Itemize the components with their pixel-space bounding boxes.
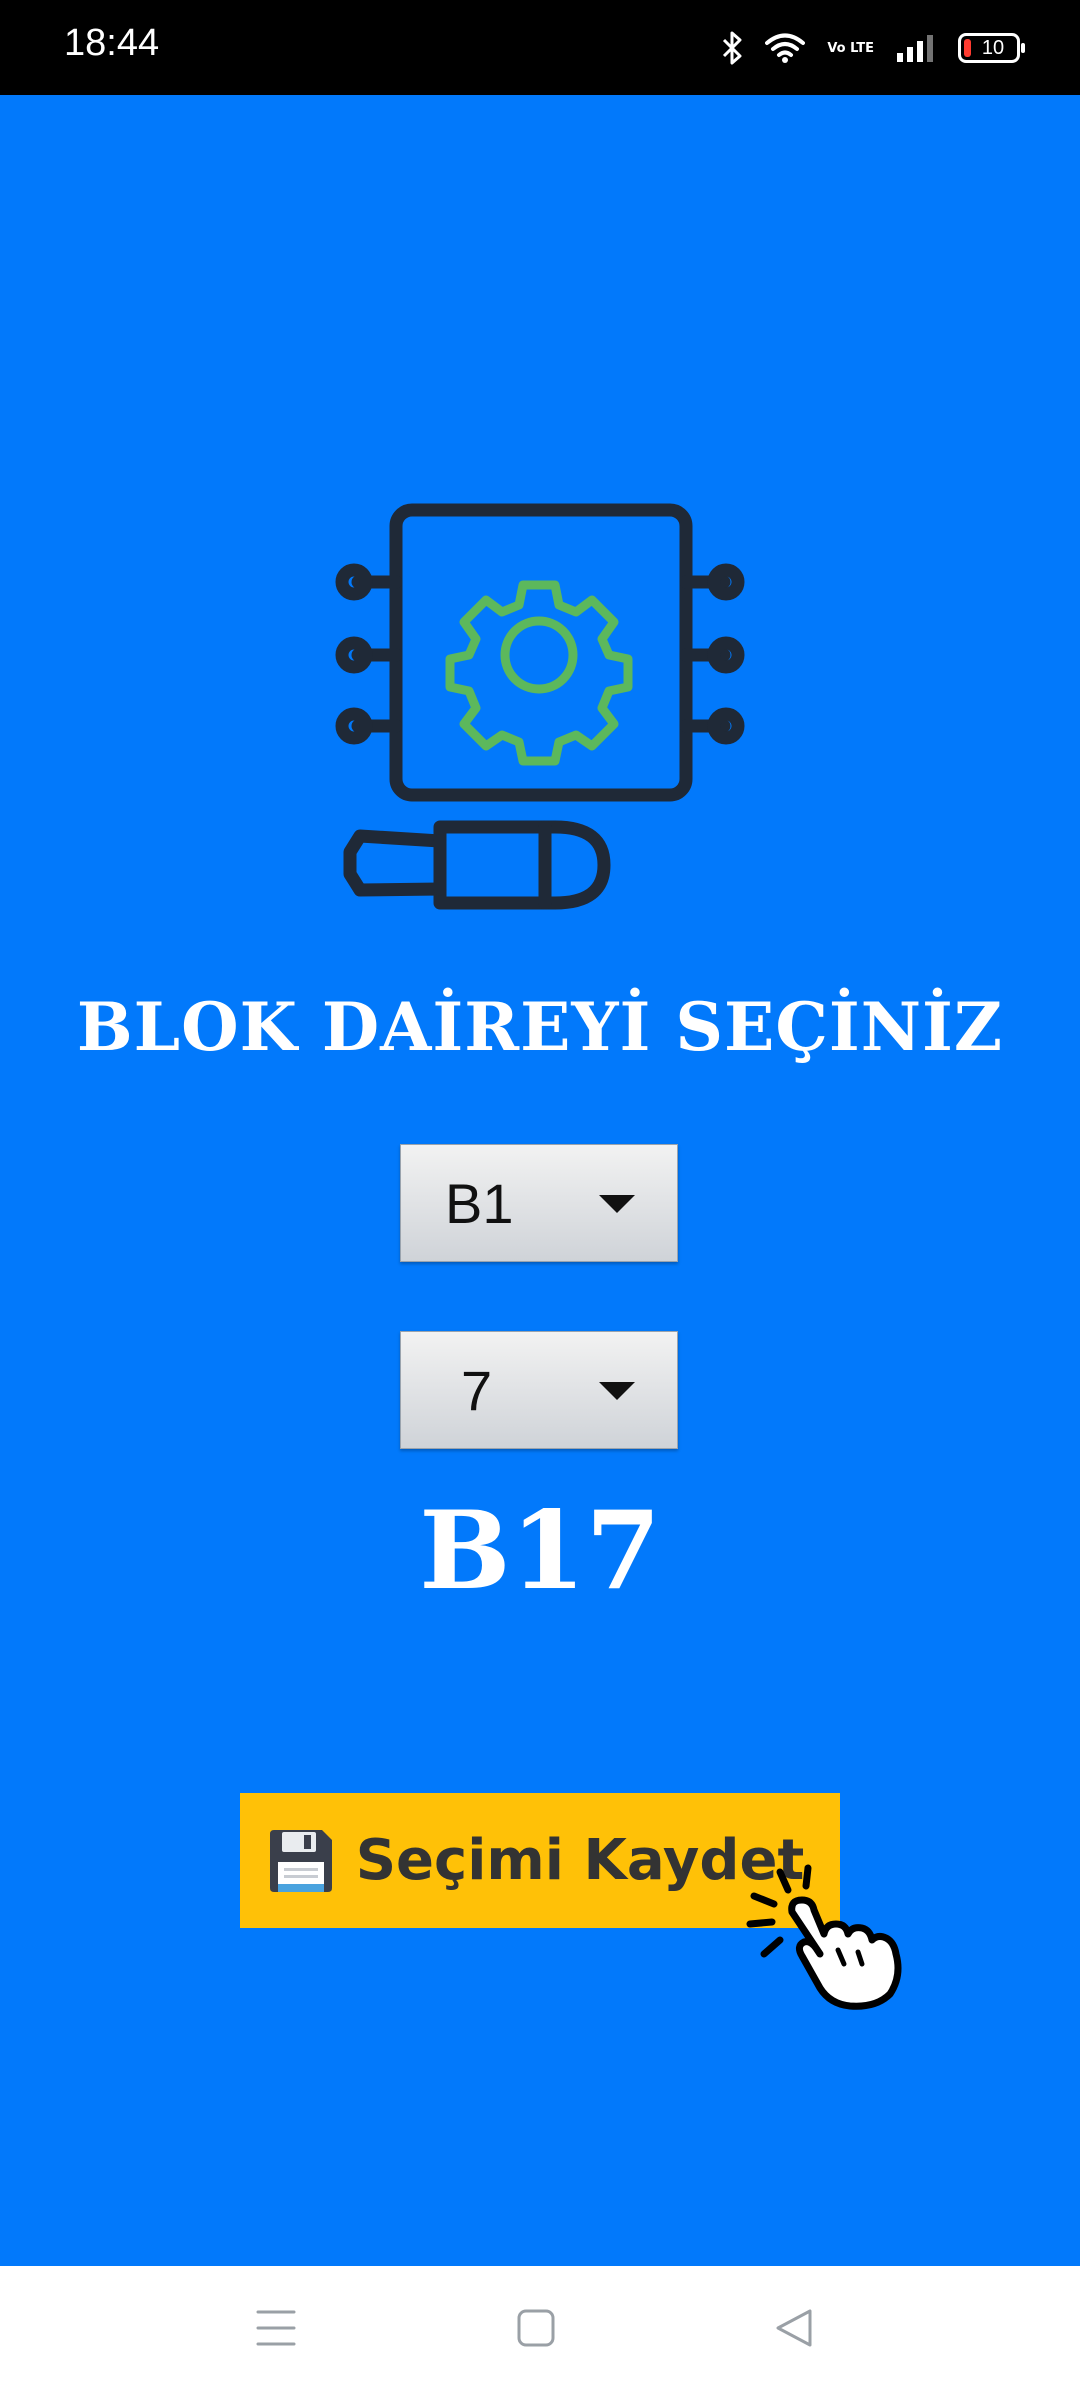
bluetooth-icon <box>721 30 743 66</box>
chip-gear-screwdriver-icon <box>335 503 745 910</box>
battery-level: 10 <box>981 36 1005 59</box>
signal-icon <box>896 33 936 63</box>
tap-hand-icon <box>746 1864 902 2010</box>
chevron-down-icon <box>599 1195 635 1213</box>
back-icon[interactable] <box>774 2308 814 2353</box>
floppy-disk-icon <box>269 1829 332 1892</box>
save-button-label: Seçimi Kaydet <box>355 1828 805 1893</box>
home-icon[interactable] <box>516 2308 556 2353</box>
flat-select-value: 7 <box>461 1359 493 1422</box>
navigation-bar <box>0 2266 1080 2400</box>
selection-result: B17 <box>419 1488 661 1614</box>
status-time: 18:44 <box>64 22 160 64</box>
wifi-icon <box>765 32 806 64</box>
block-select[interactable]: B1 <box>400 1144 678 1262</box>
status-icons: Vo LTE 10 <box>721 26 1025 70</box>
menu-icon[interactable] <box>256 2308 296 2353</box>
chevron-down-icon <box>599 1382 635 1400</box>
page-title: BLOK DAİREYİ SEÇİNİZ <box>76 988 1004 1066</box>
block-select-value: B1 <box>445 1172 514 1235</box>
flat-select[interactable]: 7 <box>400 1331 678 1449</box>
volte-icon: Vo LTE <box>827 40 874 56</box>
battery-icon: 10 <box>958 33 1025 63</box>
status-bar: 18:44 Vo LTE 10 <box>0 0 1080 95</box>
